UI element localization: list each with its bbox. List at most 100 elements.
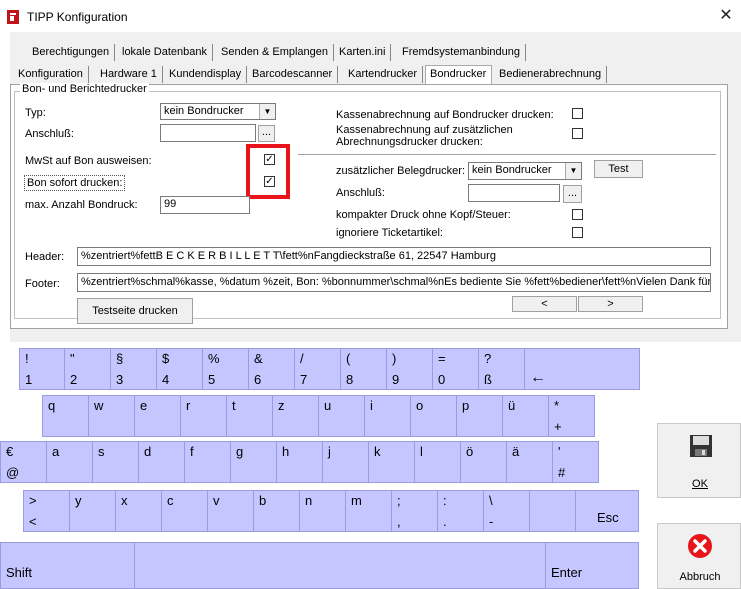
key-m[interactable]: m — [345, 490, 392, 532]
key-0[interactable]: = 0 — [432, 348, 479, 390]
typ-select[interactable]: kein Bondrucker ▼ — [160, 103, 276, 120]
key-period[interactable]: :. — [437, 490, 484, 532]
key-v[interactable]: v — [207, 490, 254, 532]
backspace-icon: ← — [530, 369, 546, 386]
tab-senden-empfangen[interactable]: Senden & Emplangen — [221, 44, 335, 61]
key-u[interactable]: u — [318, 395, 365, 437]
key-esc[interactable]: Esc — [575, 490, 639, 532]
key-l[interactable]: l — [414, 441, 461, 483]
key-x[interactable]: x — [115, 490, 162, 532]
tab-bedienerabrechnung[interactable]: Bedienerabrechnung — [499, 66, 608, 83]
key-shift[interactable]: Shift — [0, 542, 135, 589]
key-comma[interactable]: ;, — [391, 490, 438, 532]
anschluss-label: Anschluß: — [25, 128, 74, 140]
test-button[interactable]: Test — [594, 160, 643, 178]
max-bondruck-label: max. Anzahl Bondruck: — [25, 199, 138, 211]
key-j[interactable]: j — [322, 441, 369, 483]
key-2[interactable]: " 2 — [64, 348, 111, 390]
key-c[interactable]: c — [161, 490, 208, 532]
footer-input[interactable]: %zentriert%schmal%kasse, %datum %zeit, B… — [77, 273, 711, 292]
key-4[interactable]: $4 — [156, 348, 203, 390]
chevron-down-icon[interactable]: ▼ — [259, 104, 275, 119]
key-w[interactable]: w — [88, 395, 135, 437]
tab-hardware-1[interactable]: Hardware 1 — [100, 66, 163, 83]
key-backspace[interactable]: ← — [524, 348, 640, 390]
key-s[interactable]: s — [92, 441, 139, 483]
tab-barcodescanner[interactable]: Barcodescanner — [252, 66, 339, 83]
key-hash[interactable]: ' # — [552, 441, 599, 483]
group-title: Bon- und Berichtedrucker — [20, 83, 149, 95]
beleg-anschluss-input[interactable] — [468, 184, 560, 202]
app-icon — [7, 10, 19, 24]
key-h[interactable]: h — [276, 441, 323, 483]
anschluss-input[interactable] — [160, 124, 256, 142]
tab-konfiguration[interactable]: Konfiguration — [18, 66, 89, 83]
key-sz[interactable]: ? ß — [478, 348, 525, 390]
key-ae[interactable]: ä — [506, 441, 553, 483]
key-oe[interactable]: ö — [460, 441, 507, 483]
kasse-bondrucker-label: Kassenabrechnung auf Bondrucker drucken: — [336, 109, 554, 121]
key-d[interactable]: d — [138, 441, 185, 483]
close-icon[interactable]: ✕ — [716, 6, 736, 26]
window-title: TIPP Konfiguration — [27, 10, 128, 24]
testseite-button[interactable]: Testseite drucken — [77, 298, 193, 324]
abbruch-button[interactable]: Abbruch — [657, 523, 741, 589]
key-8[interactable]: (8 — [340, 348, 387, 390]
key-7[interactable]: /7 — [294, 348, 341, 390]
key-ue[interactable]: ü — [502, 395, 549, 437]
key-t[interactable]: t — [226, 395, 273, 437]
anschluss-browse-button[interactable]: ... — [258, 125, 275, 142]
abbruch-label: Abbruch — [679, 571, 721, 583]
beleg-anschluss-label: Anschluß: — [336, 187, 385, 199]
key-plus[interactable]: * + — [548, 395, 595, 437]
kasse-zusatz-checkbox[interactable] — [572, 128, 583, 139]
tab-fremdsystemanbindung[interactable]: Fremdsystemanbindung — [402, 44, 527, 61]
key-1[interactable]: ! 1 — [19, 348, 65, 390]
key-space[interactable] — [134, 542, 546, 589]
key-e[interactable]: e — [134, 395, 181, 437]
kasse-zusatz-label-1: Kassenabrechnung auf zusätzlichen — [336, 124, 513, 136]
key-empty[interactable] — [529, 490, 576, 532]
kompakt-checkbox[interactable] — [572, 209, 583, 220]
tab-kartendrucker[interactable]: Kartendrucker — [348, 66, 424, 83]
ignoriere-checkbox[interactable] — [572, 227, 583, 238]
key-p[interactable]: p — [456, 395, 503, 437]
tab-kundendisplay[interactable]: Kundendisplay — [169, 66, 248, 83]
key-at[interactable]: € @ — [0, 441, 47, 483]
key-3[interactable]: § 3 — [110, 348, 157, 390]
nav-next-button[interactable]: > — [578, 296, 643, 312]
nav-prev-button[interactable]: < — [512, 296, 577, 312]
key-o[interactable]: o — [410, 395, 457, 437]
key-f[interactable]: f — [184, 441, 231, 483]
belegdrucker-select[interactable]: kein Bondrucker ▼ — [468, 162, 582, 180]
key-k[interactable]: k — [368, 441, 415, 483]
separator-line — [298, 154, 716, 155]
max-bondruck-input[interactable]: 99 — [160, 196, 250, 214]
key-r[interactable]: r — [180, 395, 227, 437]
key-z[interactable]: z — [272, 395, 319, 437]
chevron-down-icon[interactable]: ▼ — [565, 163, 581, 179]
key-i[interactable]: i — [364, 395, 411, 437]
tab-berechtigungen[interactable]: Berechtigungen — [32, 44, 116, 61]
tab-bondrucker[interactable]: Bondrucker — [425, 65, 493, 85]
ok-button[interactable]: OK — [657, 423, 741, 498]
key-5[interactable]: % 5 — [202, 348, 249, 390]
key-b[interactable]: b — [253, 490, 300, 532]
key-9[interactable]: ) 9 — [386, 348, 433, 390]
key-6[interactable]: & 6 — [248, 348, 295, 390]
key-n[interactable]: n — [299, 490, 346, 532]
key-less-than[interactable]: > < — [23, 490, 70, 532]
key-q[interactable]: q — [42, 395, 89, 437]
key-g[interactable]: g — [230, 441, 277, 483]
beleg-anschluss-browse-button[interactable]: ... — [563, 185, 582, 203]
tab-karten-ini[interactable]: Karten.ini — [339, 44, 392, 61]
key-minus[interactable]: \ - — [483, 490, 530, 532]
key-enter[interactable]: Enter — [545, 542, 639, 589]
header-input[interactable]: %zentriert%fettB E C K E R B I L L E T T… — [77, 247, 711, 266]
ignoriere-label: ignoriere Ticketartikel: — [336, 227, 443, 239]
key-a[interactable]: a — [46, 441, 93, 483]
key-y[interactable]: y — [69, 490, 116, 532]
tab-lokale-datenbank[interactable]: lokale Datenbank — [122, 44, 214, 61]
header-label: Header: — [25, 251, 65, 263]
kasse-bondrucker-checkbox[interactable] — [572, 108, 583, 119]
